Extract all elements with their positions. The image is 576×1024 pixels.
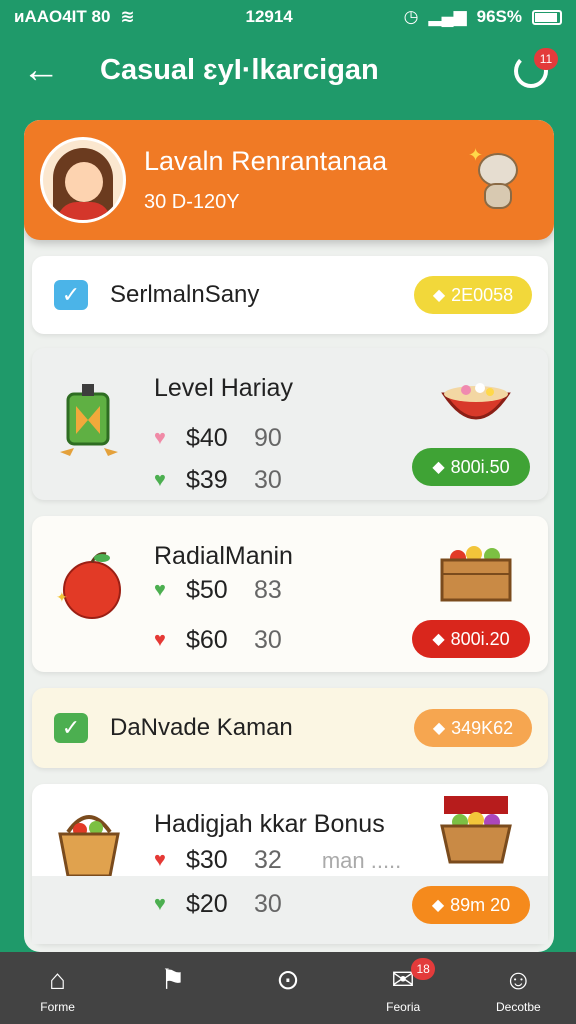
price-line: ♥ $40 90 bbox=[154, 424, 282, 453]
offer-card[interactable]: Hadigjah kkar Bonus ♥ $30 32 man ..... ♥… bbox=[32, 784, 548, 944]
notification-badge: 18 bbox=[411, 958, 436, 980]
nav-item-chat[interactable]: ✉ 18 Feoria bbox=[353, 952, 453, 1024]
nav-label: Forme bbox=[40, 1000, 75, 1014]
row-title: DaNvade Kaman bbox=[110, 714, 293, 741]
back-arrow-icon[interactable]: ← bbox=[22, 50, 62, 90]
profile-subtitle: 30 D-120Y bbox=[144, 191, 240, 213]
notification-badge: 11 bbox=[534, 48, 558, 70]
status-time: 12914 bbox=[245, 7, 293, 26]
avatar bbox=[40, 137, 126, 223]
tag-icon: ◆ bbox=[432, 720, 446, 737]
fruit-basket-icon bbox=[58, 815, 120, 878]
nav-label: Feoria bbox=[386, 1000, 421, 1014]
checkbox-icon[interactable]: ✓ bbox=[54, 280, 88, 310]
heart-icon: ♥ bbox=[154, 629, 166, 651]
price-line: ♥ $20 30 bbox=[154, 890, 282, 919]
heart-icon: ♥ bbox=[154, 469, 166, 491]
bowl-icon bbox=[441, 383, 511, 420]
list-item-danvade-kaman[interactable]: ✓ DaNvade Kaman ◆ 349K62 bbox=[32, 688, 548, 768]
page-title: Casual ɛyI·lkarcigan bbox=[100, 53, 379, 86]
bottom-nav: ⌂ Forme ⚑ ⊙ ✉ 18 Feoria ☺ Decotbe bbox=[0, 952, 576, 1024]
fruit-crate-icon bbox=[440, 546, 512, 602]
pill-label: 800i.20 bbox=[450, 628, 510, 649]
main-panel: Lavaln Renrantanaa 30 D-120Y ✦ ✓ Serlmal… bbox=[24, 120, 554, 952]
offer-title: Level Hariay bbox=[154, 374, 293, 402]
offer-card[interactable]: ✦ RadialManin ♥ $50 83 ♥ $60 30 ◆ 800i.2… bbox=[32, 516, 548, 672]
price-qty: 30 bbox=[254, 890, 282, 918]
tag-icon: ◆ bbox=[432, 459, 445, 476]
price-value: $20 bbox=[186, 890, 228, 918]
nav-label: Decotbe bbox=[495, 1000, 541, 1014]
apple-icon: ✦ bbox=[56, 552, 121, 619]
price-qty: 83 bbox=[254, 576, 282, 604]
nav-item-profile[interactable]: ☺ Decotbe bbox=[468, 952, 568, 1024]
heart-icon: ♥ bbox=[154, 579, 166, 601]
svg-text:✦: ✦ bbox=[56, 589, 68, 605]
price-line: ♥ $50 83 bbox=[154, 576, 282, 605]
battery-icon bbox=[532, 9, 562, 25]
nav-item-home[interactable]: ⌂ Forme bbox=[8, 952, 108, 1024]
status-left-text: ᴎAAO4IT 80 bbox=[14, 7, 111, 26]
offer-title: Hadigjah kkar Bonus bbox=[154, 810, 385, 838]
extra-text: man ..... bbox=[321, 847, 402, 873]
heart-icon: ♥ bbox=[154, 427, 166, 449]
offer-card[interactable]: Level Hariay ♥ $40 90 ♥ $39 30 ◆ 800i.50 bbox=[32, 348, 548, 500]
profile-icon: ☺ bbox=[504, 964, 533, 995]
tag-icon: ◆ bbox=[432, 631, 445, 648]
heart-icon: ♥ bbox=[154, 849, 166, 871]
alarm-icon: ◷ bbox=[403, 7, 419, 26]
buy-pill[interactable]: ◆ 89m 20 bbox=[412, 886, 530, 924]
price-qty: 90 bbox=[254, 424, 282, 452]
buy-pill[interactable]: ◆ 800i.20 bbox=[412, 620, 530, 658]
profile-card[interactable]: Lavaln Renrantanaa 30 D-120Y ✦ bbox=[24, 120, 554, 240]
app-header: ← Casual ɛyI·lkarcigan 11 bbox=[0, 38, 576, 102]
refresh-button[interactable]: 11 bbox=[510, 48, 558, 92]
pill-label: 349K62 bbox=[451, 717, 514, 738]
chat-icon: ✉ bbox=[391, 964, 415, 995]
pill-label: 800i.50 bbox=[450, 456, 510, 477]
heart-icon: ♥ bbox=[154, 893, 166, 915]
home-icon: ⌂ bbox=[49, 964, 67, 995]
price-qty: 32 bbox=[254, 846, 282, 874]
amount-pill[interactable]: ◆ 349K62 bbox=[414, 709, 532, 747]
price-qty: 30 bbox=[254, 626, 282, 654]
price-line: ♥ $39 30 bbox=[154, 466, 282, 495]
buy-pill[interactable]: ◆ 800i.50 bbox=[412, 448, 530, 486]
price-value: $60 bbox=[186, 626, 228, 654]
flag-icon: ⚑ bbox=[160, 964, 186, 995]
lantern-icon bbox=[60, 384, 118, 456]
price-qty: 30 bbox=[254, 466, 282, 494]
status-bar: ᴎAAO4IT 80 ≋ 12914 ◷ ▂▄▆ 96S% bbox=[0, 0, 576, 34]
offer-title: RadialManin bbox=[154, 542, 293, 570]
signal-icon: ▂▄▆ bbox=[428, 7, 467, 26]
price-value: $50 bbox=[186, 576, 228, 604]
profile-name: Lavaln Renrantanaa bbox=[144, 146, 388, 176]
amount-pill[interactable]: ◆ 2E0058 bbox=[414, 276, 532, 314]
list-item-serlmalnsany[interactable]: ✓ SerlmalnSany ◆ 2E0058 bbox=[32, 256, 548, 334]
pill-label: 2E0058 bbox=[451, 284, 514, 305]
price-line: ♥ $30 32 man ..... bbox=[154, 846, 401, 875]
price-value: $39 bbox=[186, 466, 228, 494]
nav-item-flag[interactable]: ⚑ bbox=[123, 952, 223, 1024]
price-line: ♥ $60 30 bbox=[154, 626, 282, 655]
tag-icon: ◆ bbox=[432, 287, 446, 304]
chevron-circle-icon: ⊙ bbox=[276, 964, 300, 995]
gift-box-icon bbox=[440, 796, 512, 864]
tag-icon: ◆ bbox=[431, 897, 445, 914]
pill-label: 89m 20 bbox=[450, 894, 511, 915]
checkbox-icon[interactable]: ✓ bbox=[54, 713, 88, 743]
battery-percent: 96S% bbox=[476, 7, 522, 26]
nav-item-center[interactable]: ⊙ bbox=[238, 952, 338, 1024]
price-value: $30 bbox=[186, 846, 228, 874]
wifi-icon: ≋ bbox=[120, 7, 135, 26]
row-title: SerlmalnSany bbox=[110, 281, 260, 308]
mascot-icon: ✦ bbox=[468, 145, 528, 215]
price-value: $40 bbox=[186, 424, 228, 452]
